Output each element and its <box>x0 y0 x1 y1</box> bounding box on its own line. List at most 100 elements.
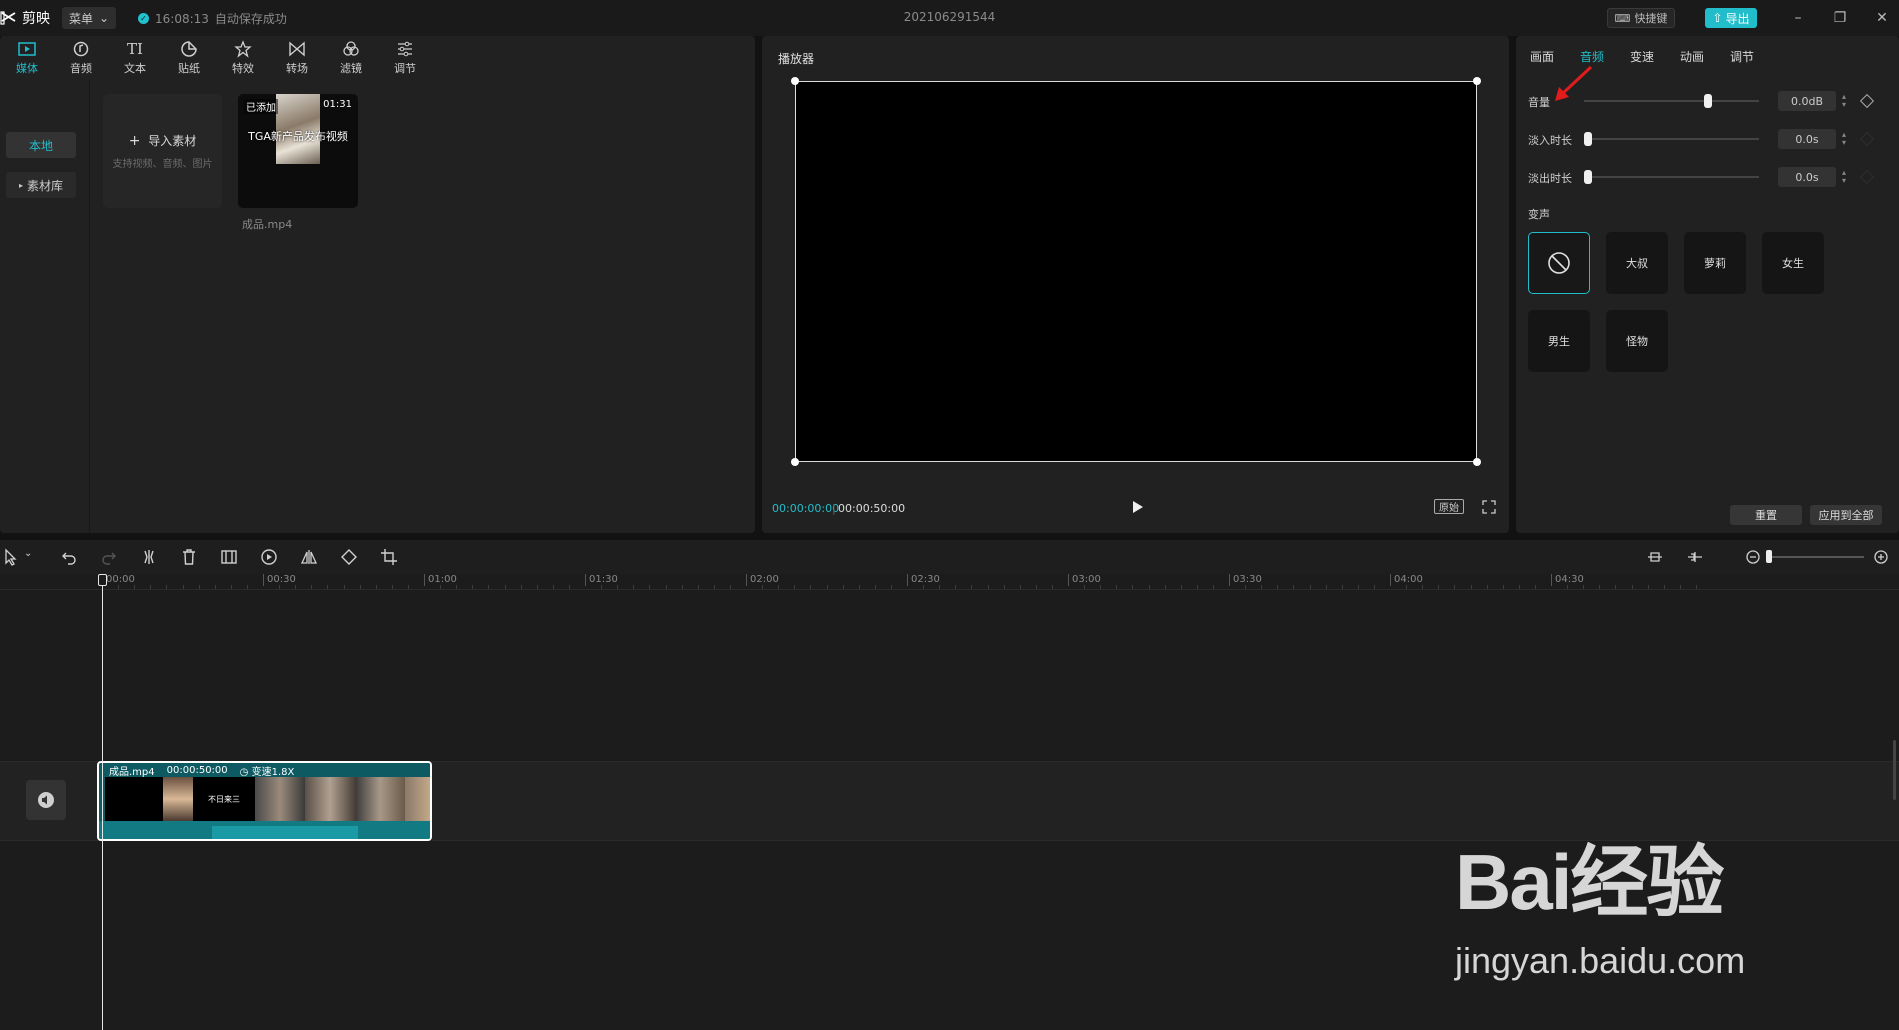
zoom-in-icon[interactable] <box>1872 548 1890 566</box>
volume-stepper[interactable]: ▴ ▾ <box>1838 91 1850 111</box>
split-icon[interactable] <box>140 548 158 566</box>
tab-audio[interactable]: 音频 <box>1580 48 1630 65</box>
speed-badge: ◷ 变速1.8X <box>240 763 295 778</box>
fade-in-slider[interactable] <box>1584 138 1759 140</box>
fade-out-slider[interactable] <box>1584 176 1759 178</box>
check-icon: ✓ <box>138 13 149 24</box>
timeline-clip[interactable]: 成品.mp4 00:00:50:00 ◷ 变速1.8X 不日来三 <box>97 761 432 841</box>
fade-in-slider-knob[interactable] <box>1584 132 1592 146</box>
keyboard-icon: ⌨ <box>1614 11 1631 25</box>
clip-header: 成品.mp4 00:00:50:00 ◷ 变速1.8X <box>99 763 430 778</box>
tool-filter[interactable]: 滤镜 <box>324 36 378 80</box>
fade-out-value-field[interactable]: 0.0s <box>1778 167 1836 187</box>
tool-text[interactable]: TI 文本 <box>108 36 162 80</box>
tab-adjust[interactable]: 调节 <box>1730 48 1780 65</box>
sidebar-item-label: 素材库 <box>27 178 64 193</box>
snap-icon[interactable] <box>1646 548 1664 566</box>
select-cursor-icon[interactable] <box>2 548 20 566</box>
tool-audio[interactable]: 音频 <box>54 36 108 80</box>
tab-animation[interactable]: 动画 <box>1680 48 1730 65</box>
tool-media[interactable]: 媒体 <box>0 36 54 80</box>
media-clip-card[interactable]: 已添加 01:31 TGA新产品发布视频 <box>238 94 358 208</box>
mirror-icon[interactable] <box>300 548 318 566</box>
playhead-handle[interactable] <box>98 574 107 586</box>
minimize-icon[interactable]: – <box>1788 8 1808 28</box>
undo-icon[interactable] <box>60 548 78 566</box>
ruler-minor-tick <box>311 585 313 589</box>
freeze-frame-icon[interactable] <box>220 548 238 566</box>
resize-handle-bl[interactable] <box>791 458 799 466</box>
export-button[interactable]: ⇧ 导出 <box>1705 8 1757 28</box>
playhead[interactable] <box>102 574 103 1030</box>
player-panel: 播放器 00:00:00:00 | 00:00:50:00 原始 <box>762 36 1509 533</box>
voice-option-female[interactable]: 女生 <box>1762 232 1824 294</box>
ruler-minor-tick <box>987 585 989 589</box>
voice-option-monster[interactable]: 怪物 <box>1606 310 1668 372</box>
fade-in-stepper[interactable]: ▴ ▾ <box>1838 129 1850 149</box>
crop-icon[interactable] <box>380 548 398 566</box>
keyframe-diamond-icon[interactable] <box>1859 93 1875 109</box>
tab-picture[interactable]: 画面 <box>1530 48 1580 65</box>
resize-handle-tr[interactable] <box>1473 77 1481 85</box>
sidebar-item-local[interactable]: 本地 <box>6 132 76 158</box>
keyframe-diamond-icon <box>1859 131 1875 147</box>
delete-icon[interactable] <box>180 548 198 566</box>
voice-option-male[interactable]: 男生 <box>1528 310 1590 372</box>
preview-canvas[interactable] <box>791 77 1481 466</box>
zoom-slider-knob[interactable] <box>1766 550 1772 563</box>
rotate-icon[interactable] <box>340 548 358 566</box>
menu-dropdown[interactable]: 菜单 ⌄ <box>62 7 116 29</box>
time-ruler[interactable]: 00:00 00:30 01:00 01:30 02:00 02:30 03:00 03:30… <box>0 574 1899 590</box>
ruler-minor-tick <box>1132 585 1134 589</box>
ruler-minor-tick <box>1341 585 1343 589</box>
chevron-down-icon[interactable]: ⌄ <box>24 548 36 566</box>
tool-sticker[interactable]: 贴纸 <box>162 36 216 80</box>
volume-slider[interactable] <box>1584 100 1759 102</box>
fade-out-slider-knob[interactable] <box>1584 170 1592 184</box>
ruler-minor-tick <box>1261 585 1263 589</box>
caret-right-icon: ▸ <box>18 180 23 190</box>
restore-icon[interactable]: ❐ <box>1830 8 1850 28</box>
ruler-minor-tick <box>649 585 651 589</box>
clip-filmstrip: 不日来三 <box>105 777 430 821</box>
volume-slider-knob[interactable] <box>1704 94 1713 108</box>
shortcut-label: 快捷键 <box>1634 12 1668 25</box>
link-icon[interactable] <box>1686 548 1704 566</box>
resize-handle-tl[interactable] <box>791 77 799 85</box>
tool-effects[interactable]: 特效 <box>216 36 270 80</box>
voice-none-option[interactable] <box>1528 232 1590 294</box>
close-icon[interactable]: ✕ <box>1872 8 1892 28</box>
volume-value-field[interactable]: 0.0dB <box>1778 91 1836 111</box>
zoom-out-icon[interactable] <box>1744 548 1762 566</box>
ruler-minor-tick <box>1679 585 1681 589</box>
apply-all-button[interactable]: 应用到全部 <box>1810 505 1882 525</box>
vertical-scrollbar[interactable] <box>1893 740 1896 800</box>
tab-speed[interactable]: 变速 <box>1630 48 1680 65</box>
tool-transition[interactable]: 转场 <box>270 36 324 80</box>
shortcut-button[interactable]: ⌨ 快捷键 <box>1607 8 1675 28</box>
tool-adjust[interactable]: 调节 <box>378 36 432 80</box>
reverse-icon[interactable] <box>260 548 278 566</box>
play-icon[interactable] <box>1128 498 1146 516</box>
fade-in-value-field[interactable]: 0.0s <box>1778 129 1836 149</box>
redo-icon[interactable] <box>100 548 118 566</box>
reset-button[interactable]: 重置 <box>1730 505 1802 525</box>
ruler-minor-tick <box>1583 585 1585 589</box>
ratio-button[interactable]: 原始 <box>1434 499 1464 514</box>
ruler-minor-tick <box>697 585 699 589</box>
sidebar-item-library[interactable]: ▸ 素材库 <box>6 172 76 198</box>
volume-label: 音量 <box>1528 96 1550 109</box>
ruler-minor-tick <box>150 585 152 589</box>
voice-option-uncle[interactable]: 大叔 <box>1606 232 1668 294</box>
zoom-slider[interactable] <box>1770 556 1864 558</box>
track-mute-button[interactable] <box>26 780 66 820</box>
red-arrow-annotation <box>1555 65 1593 101</box>
voice-option-loli[interactable]: 萝莉 <box>1684 232 1746 294</box>
tool-label: 特效 <box>232 62 254 75</box>
import-material-button[interactable]: + 导入素材 支持视频、音频、图片 <box>103 94 222 208</box>
tool-label: 贴纸 <box>178 62 200 75</box>
audio-waveform-highlight <box>212 826 358 839</box>
fullscreen-icon[interactable] <box>1482 500 1496 514</box>
fade-out-stepper[interactable]: ▴ ▾ <box>1838 167 1850 187</box>
resize-handle-br[interactable] <box>1473 458 1481 466</box>
